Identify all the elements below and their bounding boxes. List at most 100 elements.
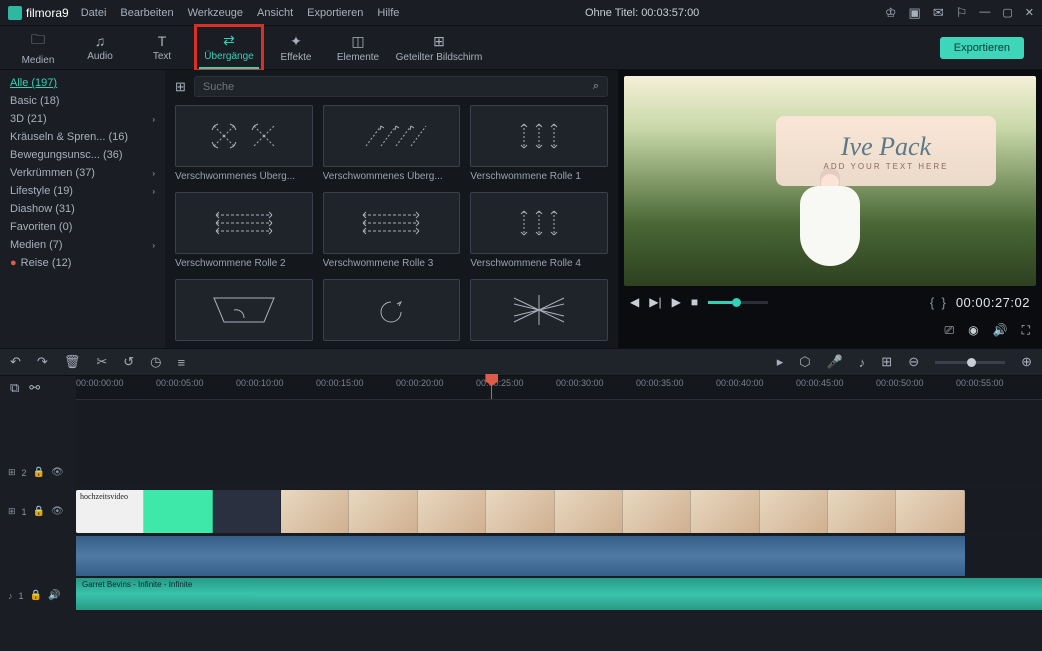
menu-tools[interactable]: Werkzeuge <box>188 7 243 19</box>
tab-transitions[interactable]: ⇄Übergänge <box>199 27 259 69</box>
category-3d[interactable]: 3D (21)› <box>0 110 165 128</box>
search-field[interactable] <box>203 81 593 93</box>
transition-thumb[interactable]: Verschwommene Rolle 1 <box>470 105 608 182</box>
step-back-icon[interactable]: ▶| <box>649 295 661 309</box>
search-input[interactable]: ⌕ <box>194 76 608 97</box>
transition-thumb[interactable] <box>470 279 608 342</box>
title-icons: ♔ ▣ ✉ ⚐ <box>885 5 968 21</box>
category-ripple[interactable]: Kräuseln & Spren... (16) <box>0 128 165 146</box>
lock-icon[interactable]: 🔒 <box>33 506 45 517</box>
audio-clip[interactable]: Garret Bevins - Infinite - Infinite <box>76 578 1042 610</box>
minimize-icon[interactable]: — <box>979 6 990 19</box>
ruler-mark: 00:00:10:00 <box>236 378 284 388</box>
settings-icon[interactable]: ≡ <box>177 355 185 370</box>
timeline-ruler[interactable]: 00:00:00:0000:00:05:0000:00:10:0000:00:1… <box>76 376 1042 400</box>
duplicate-icon[interactable]: ⧉ <box>10 380 19 396</box>
volume-slider[interactable] <box>708 301 768 304</box>
mixer-icon[interactable]: ⊞ <box>881 354 892 370</box>
category-basic[interactable]: Basic (18) <box>0 92 165 110</box>
audio-clip-label: Garret Bevins - Infinite - Infinite <box>82 580 192 589</box>
undo-icon[interactable]: ↶ <box>10 354 21 370</box>
snapshot-icon[interactable]: ◉ <box>968 323 978 337</box>
close-icon[interactable]: ✕ <box>1025 6 1034 19</box>
chevron-right-icon: › <box>152 169 155 178</box>
browser-panel: Alle (197) Basic (18) 3D (21)› Kräuseln … <box>0 70 618 348</box>
files-icon[interactable]: ▣ <box>909 5 921 21</box>
menu-file[interactable]: Datei <box>81 7 107 19</box>
preview-video[interactable]: Ive Pack ADD YOUR TEXT HERE <box>624 76 1036 286</box>
sound-icon[interactable]: 🔊 <box>48 590 60 601</box>
fullscreen-icon[interactable]: ⛶ <box>1022 323 1030 338</box>
transition-thumb[interactable]: Verschwommenes Überg... <box>175 105 313 182</box>
tab-elements[interactable]: ◫Elemente <box>328 27 388 69</box>
menu-help[interactable]: Hilfe <box>377 7 399 19</box>
ruler-mark: 00:00:05:00 <box>156 378 204 388</box>
track-a-wave-lane[interactable] <box>76 536 1042 577</box>
account-icon[interactable]: ♔ <box>885 5 897 21</box>
marker-icon[interactable]: ⬡ <box>799 354 810 370</box>
category-favorites[interactable]: Favoriten (0) <box>0 218 165 236</box>
playhead[interactable] <box>491 376 492 399</box>
link-icon[interactable]: ⚯ <box>29 380 40 396</box>
lock-icon[interactable]: 🔒 <box>30 590 42 601</box>
tab-effects[interactable]: ✦Effekte <box>266 27 326 69</box>
video-clip[interactable]: hochzeitsvideo <box>76 490 965 533</box>
menu-view[interactable]: Ansicht <box>257 7 293 19</box>
menu-export[interactable]: Exportieren <box>307 7 363 19</box>
chevron-right-icon: › <box>152 115 155 124</box>
tab-split-screen[interactable]: ⊞Geteilter Bildschirm <box>390 27 488 69</box>
render-icon[interactable]: ▸ <box>777 354 784 370</box>
track-a1-lane[interactable]: Garret Bevins - Infinite - Infinite <box>76 578 1042 613</box>
category-lifestyle[interactable]: Lifestyle (19)› <box>0 182 165 200</box>
play-icon[interactable]: ▶ <box>672 295 681 309</box>
transition-thumb[interactable]: Verschwommenes Überg... <box>323 105 461 182</box>
grid-view-icon[interactable]: ⊞ <box>175 79 186 95</box>
titlebar: filmora9 Datei Bearbeiten Werkzeuge Ansi… <box>0 0 1042 26</box>
menu-edit[interactable]: Bearbeiten <box>120 7 173 19</box>
track-spacer-lane[interactable] <box>76 400 1042 457</box>
zoom-out-icon[interactable]: ⊖ <box>908 354 919 370</box>
sparkle-icon: ✦ <box>290 33 302 50</box>
audio-track-icon: ♪ <box>8 591 13 601</box>
tab-media[interactable]: 🗀Medien <box>8 27 68 69</box>
category-all[interactable]: Alle (197) <box>0 74 165 92</box>
eye-icon[interactable]: 👁 <box>51 506 64 517</box>
transition-thumb[interactable]: Verschwommene Rolle 4 <box>470 192 608 269</box>
music-icon[interactable]: ♪ <box>859 355 866 370</box>
transition-thumb[interactable]: Verschwommene Rolle 2 <box>175 192 313 269</box>
chevron-right-icon: › <box>152 241 155 250</box>
prev-frame-icon[interactable]: ◀ <box>630 295 639 309</box>
display-icon[interactable]: ⎚ <box>945 323 955 338</box>
category-slideshow[interactable]: Diashow (31) <box>0 200 165 218</box>
category-travel[interactable]: ●Reise (12) <box>0 254 165 272</box>
record-vo-icon[interactable]: 🎤 <box>827 354 843 370</box>
delete-icon[interactable]: 🗑 <box>64 354 81 370</box>
lock-icon[interactable]: 🔒 <box>33 467 45 478</box>
track-v1-lane[interactable]: hochzeitsvideo <box>76 488 1042 535</box>
stop-icon[interactable]: ■ <box>691 295 698 309</box>
transition-thumb[interactable] <box>323 279 461 342</box>
search-icon[interactable]: ⌕ <box>593 80 599 93</box>
redo-icon[interactable]: ↷ <box>37 354 48 370</box>
audio-waveform[interactable] <box>76 536 965 576</box>
sound-icon[interactable]: 🔊 <box>993 323 1008 337</box>
speed-icon[interactable]: ◷ <box>150 354 161 370</box>
category-motion-blur[interactable]: Bewegungsunsc... (36) <box>0 146 165 164</box>
maximize-icon[interactable]: ▢ <box>1002 6 1012 19</box>
category-media[interactable]: Medien (7)› <box>0 236 165 254</box>
reverse-icon[interactable]: ↺ <box>123 354 134 370</box>
transition-thumb[interactable] <box>175 279 313 342</box>
eye-icon[interactable]: 👁 <box>51 467 64 478</box>
notification-icon[interactable]: ⚐ <box>956 5 968 21</box>
cut-icon[interactable]: ✂ <box>96 354 107 370</box>
zoom-slider[interactable] <box>935 361 1005 364</box>
tab-text[interactable]: TText <box>132 27 192 69</box>
mail-icon[interactable]: ✉ <box>933 5 944 21</box>
transition-thumb[interactable]: Verschwommene Rolle 3 <box>323 192 461 269</box>
category-warp[interactable]: Verkrümmen (37)› <box>0 164 165 182</box>
track-v2-lane[interactable] <box>76 458 1042 487</box>
tab-audio[interactable]: ♫Audio <box>70 27 130 69</box>
mark-in-out-icon[interactable]: { } <box>930 295 946 310</box>
export-button[interactable]: Exportieren <box>940 37 1024 59</box>
zoom-in-icon[interactable]: ⊕ <box>1021 354 1032 370</box>
